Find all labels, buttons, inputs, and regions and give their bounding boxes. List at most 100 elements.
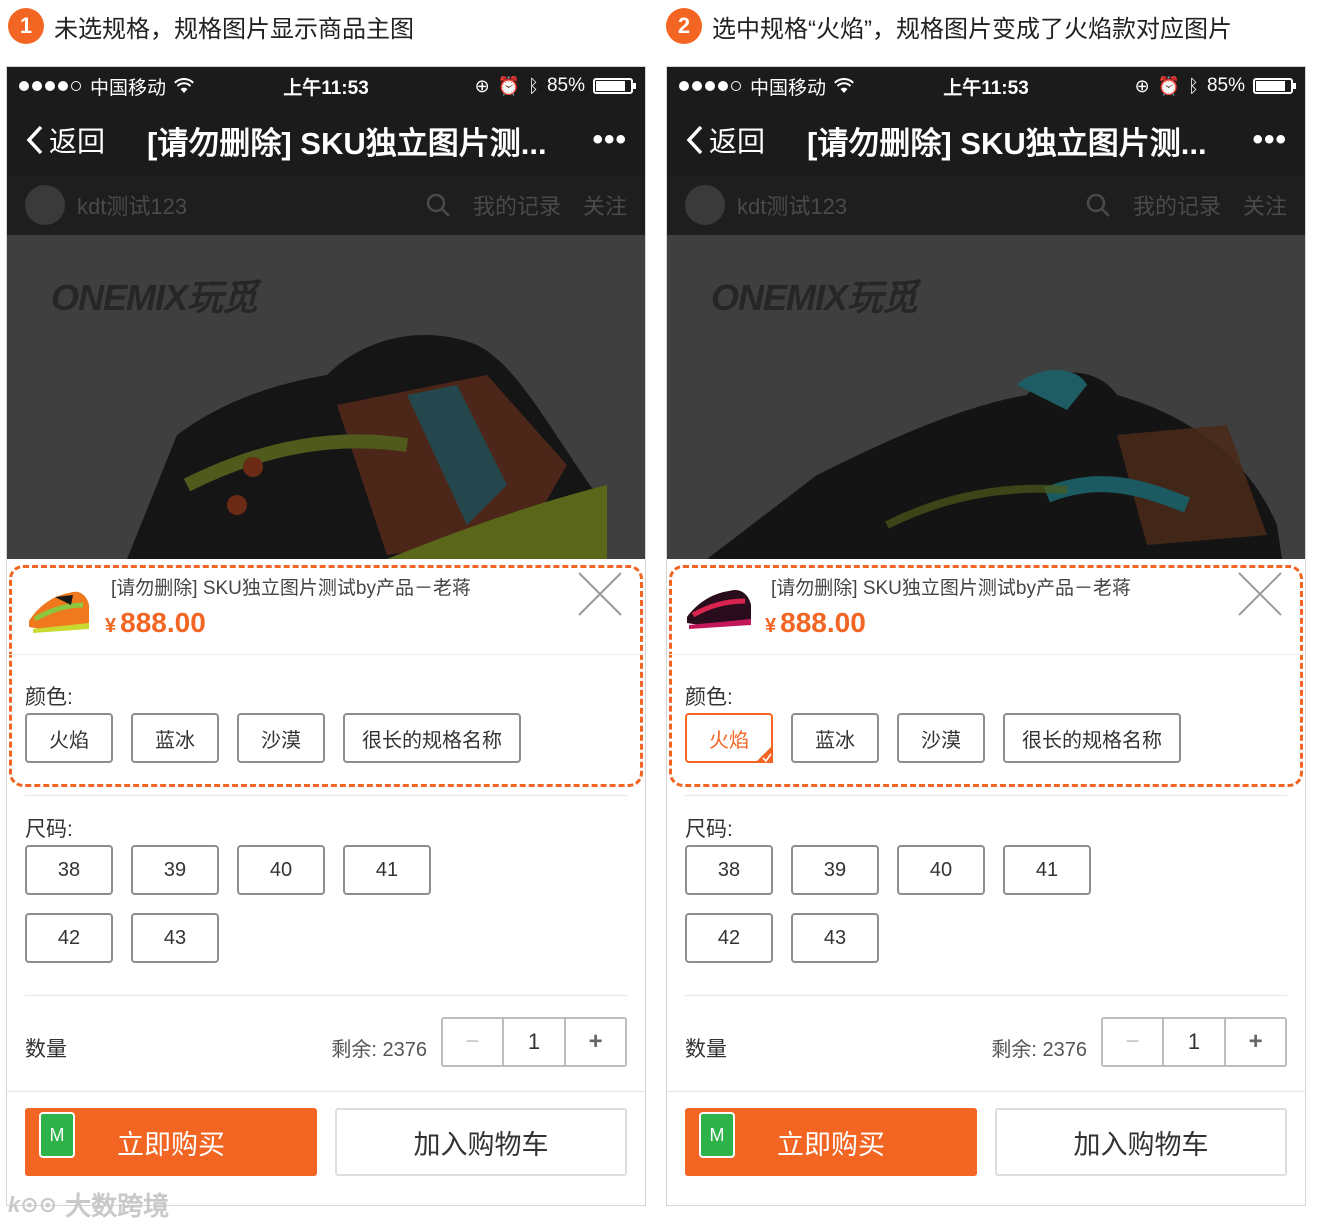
watermark-logo-icon: k⊙⊙ <box>8 1191 58 1217</box>
color-option[interactable]: 蓝冰 <box>791 713 879 763</box>
my-records-link[interactable]: 我的记录 <box>473 189 561 221</box>
caption-text: 选中规格“火焰”，规格图片变成了火焰款对应图片 <box>712 15 1232 43</box>
wifi-icon <box>834 78 854 93</box>
currency-symbol: ¥ <box>105 615 117 637</box>
size-label: 尺码: <box>685 818 733 841</box>
size-option[interactable]: 38 <box>25 845 113 895</box>
sku-thumbnail <box>687 589 751 629</box>
color-option[interactable]: 沙漠 <box>237 713 325 763</box>
shop-bar: kdt测试123 我的记录 关注 <box>667 175 1305 235</box>
size-option[interactable]: 40 <box>897 845 985 895</box>
back-label: 返回 <box>709 126 766 157</box>
color-option[interactable]: 火焰 <box>25 713 113 763</box>
decrement-button[interactable]: − <box>1103 1019 1164 1065</box>
increment-button[interactable]: + <box>1224 1019 1286 1065</box>
more-menu-button[interactable]: ••• <box>592 123 627 157</box>
color-option[interactable]: 沙漠 <box>897 713 985 763</box>
color-option[interactable]: 很长的规格名称 <box>1003 713 1181 763</box>
step-badge: 2 <box>666 8 702 44</box>
size-option[interactable]: 38 <box>685 845 773 895</box>
status-bar: 中国移动 上午11:53 ⊕ ⏰ ᛒ 85% <box>667 67 1305 105</box>
increment-button[interactable]: + <box>564 1019 626 1065</box>
close-icon[interactable] <box>577 571 623 617</box>
stock-remaining: 剩余: 2376 <box>331 1039 427 1061</box>
sku-popup: [请勿删除] SKU独立图片测试by产品－老蒋 ¥888.00 颜色: 火焰 蓝冰… <box>7 559 645 1205</box>
price-value: 888.00 <box>780 607 866 638</box>
follow-link[interactable]: 关注 <box>583 189 627 221</box>
product-image: ONEMIX玩觅 <box>7 235 645 559</box>
avatar[interactable] <box>685 185 725 225</box>
selected-check-icon <box>755 745 773 763</box>
search-icon[interactable] <box>425 192 451 218</box>
carrier: 中国移动 <box>750 77 827 99</box>
bluetooth-icon: ᛒ <box>1188 75 1199 96</box>
currency-symbol: ¥ <box>765 615 777 637</box>
watermark-text: 大数跨境 <box>65 1191 170 1221</box>
size-option[interactable]: 40 <box>237 845 325 895</box>
size-label: 尺码: <box>25 818 73 841</box>
back-button[interactable]: 返回 <box>685 120 765 160</box>
orientation-lock-icon: ⊕ <box>1134 75 1150 96</box>
quantity-stepper: − 1 + <box>441 1017 627 1067</box>
shoe-image <box>127 335 607 559</box>
add-to-cart-button[interactable]: 加入购物车 <box>995 1108 1287 1176</box>
size-option[interactable]: 43 <box>791 913 879 963</box>
shop-name[interactable]: kdt测试123 <box>77 189 187 221</box>
avatar[interactable] <box>25 185 65 225</box>
size-option[interactable]: 42 <box>685 913 773 963</box>
decrement-button[interactable]: − <box>443 1019 504 1065</box>
sku-price: ¥888.00 <box>765 607 866 639</box>
shop-name[interactable]: kdt测试123 <box>737 189 847 221</box>
back-button[interactable]: 返回 <box>25 120 105 160</box>
signal-icon <box>679 75 744 97</box>
color-label: 颜色: <box>685 686 733 709</box>
chevron-left-icon <box>686 125 703 155</box>
m-badge: M <box>699 1112 735 1158</box>
signal-icon <box>19 75 84 97</box>
action-bar: M 立即购买 加入购物车 <box>7 1091 645 1195</box>
size-option[interactable]: 39 <box>791 845 879 895</box>
sku-popup: [请勿删除] SKU独立图片测试by产品－老蒋 ¥888.00 颜色: 火焰 蓝冰… <box>667 559 1305 1205</box>
battery-icon <box>593 78 636 94</box>
product-image: ONEMIX玩觅 <box>667 235 1305 559</box>
color-option[interactable]: 很长的规格名称 <box>343 713 521 763</box>
quantity-label: 数量 <box>685 1038 727 1061</box>
buy-now-button[interactable]: M 立即购买 <box>685 1108 977 1176</box>
color-option[interactable]: 火焰 <box>685 713 773 763</box>
follow-link[interactable]: 关注 <box>1243 189 1287 221</box>
buy-now-button[interactable]: M 立即购买 <box>25 1108 317 1176</box>
action-bar: M 立即购买 加入购物车 <box>667 1091 1305 1195</box>
quantity-value[interactable]: 1 <box>1163 1019 1225 1065</box>
phone-screen-2: 中国移动 上午11:53 ⊕ ⏰ ᛒ 85% 返回 [请勿删除] SKU独立图片… <box>666 66 1306 1206</box>
phone-screen-1: 中国移动 上午11:53 ⊕ ⏰ ᛒ 85% 返回 [请勿删除] SKU独立图片… <box>6 66 646 1206</box>
more-menu-button[interactable]: ••• <box>1252 123 1287 157</box>
wifi-icon <box>174 78 194 93</box>
divider <box>25 795 627 796</box>
back-label: 返回 <box>49 126 106 157</box>
size-option[interactable]: 41 <box>1003 845 1091 895</box>
size-option[interactable]: 42 <box>25 913 113 963</box>
my-records-link[interactable]: 我的记录 <box>1133 189 1221 221</box>
size-option[interactable]: 43 <box>131 913 219 963</box>
battery-percent: 85% <box>546 75 585 96</box>
size-option[interactable]: 41 <box>343 845 431 895</box>
buy-now-label: 立即购买 <box>777 1129 885 1160</box>
buy-now-label: 立即购买 <box>117 1129 225 1160</box>
add-to-cart-button[interactable]: 加入购物车 <box>335 1108 627 1176</box>
sku-price: ¥888.00 <box>105 607 206 639</box>
sku-header: [请勿删除] SKU独立图片测试by产品－老蒋 ¥888.00 <box>7 559 645 655</box>
nav-bar: 返回 [请勿删除] SKU独立图片测... ••• <box>7 105 645 175</box>
quantity-value[interactable]: 1 <box>503 1019 565 1065</box>
divider <box>25 995 627 996</box>
sku-title: [请勿删除] SKU独立图片测试by产品－老蒋 <box>771 578 1131 599</box>
stock-remaining: 剩余: 2376 <box>991 1039 1087 1061</box>
nav-bar: 返回 [请勿删除] SKU独立图片测... ••• <box>667 105 1305 175</box>
step-badge: 1 <box>8 8 44 44</box>
size-option[interactable]: 39 <box>131 845 219 895</box>
close-icon[interactable] <box>1237 571 1283 617</box>
search-icon[interactable] <box>1085 192 1111 218</box>
color-label: 颜色: <box>25 686 73 709</box>
color-option[interactable]: 蓝冰 <box>131 713 219 763</box>
battery-icon <box>1253 78 1296 94</box>
chevron-left-icon <box>26 125 43 155</box>
